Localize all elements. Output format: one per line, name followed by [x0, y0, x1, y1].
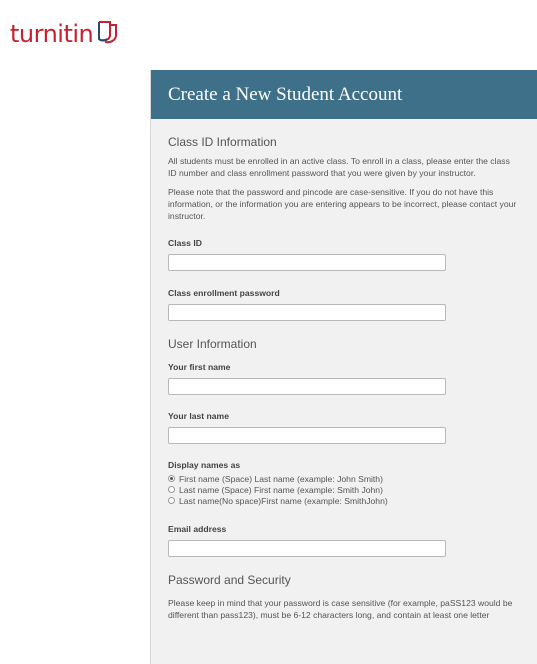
panel-title: Create a New Student Account	[151, 70, 537, 119]
radio-last-first[interactable]	[168, 486, 175, 493]
class-info-para-2: Please note that the password and pincod…	[168, 187, 517, 221]
radio-label: Last name(No space)First name (example: …	[179, 495, 388, 506]
radio-label: First name (Space) Last name (example: J…	[179, 473, 383, 484]
class-section-title: Class ID Information	[168, 135, 277, 149]
class-id-label: Class ID	[168, 238, 202, 248]
radio-label: Last name (Space) First name (example: S…	[179, 484, 383, 495]
logo-page-icon	[98, 21, 118, 44]
class-id-input[interactable]	[168, 254, 446, 271]
email-label: Email address	[168, 524, 227, 534]
enroll-password-input[interactable]	[168, 304, 446, 321]
first-name-label: Your first name	[168, 362, 231, 372]
password-section-title: Password and Security	[168, 573, 291, 587]
class-info-para-1: All students must be enrolled in an acti…	[168, 156, 510, 178]
password-info-para: Please keep in mind that your password i…	[168, 598, 513, 620]
last-name-input[interactable]	[168, 427, 446, 444]
display-option-first-last[interactable]: First name (Space) Last name (example: J…	[168, 473, 520, 484]
display-option-last-first-nospace[interactable]: Last name(No space)First name (example: …	[168, 495, 520, 506]
turnitin-logo[interactable]: turnitin	[10, 20, 121, 48]
user-section-title: User Information	[168, 337, 257, 351]
email-input[interactable]	[168, 540, 446, 557]
radio-first-last[interactable]	[168, 475, 175, 482]
first-name-input[interactable]	[168, 378, 446, 395]
radio-last-first-nospace[interactable]	[168, 497, 175, 504]
enroll-password-label: Class enrollment password	[168, 288, 280, 298]
display-names-label: Display names as	[168, 460, 241, 470]
logo-wordmark: turnitin	[10, 20, 94, 48]
last-name-label: Your last name	[168, 411, 229, 421]
display-option-last-first[interactable]: Last name (Space) First name (example: S…	[168, 484, 520, 495]
create-account-panel: Create a New Student Account Class ID In…	[150, 70, 537, 664]
